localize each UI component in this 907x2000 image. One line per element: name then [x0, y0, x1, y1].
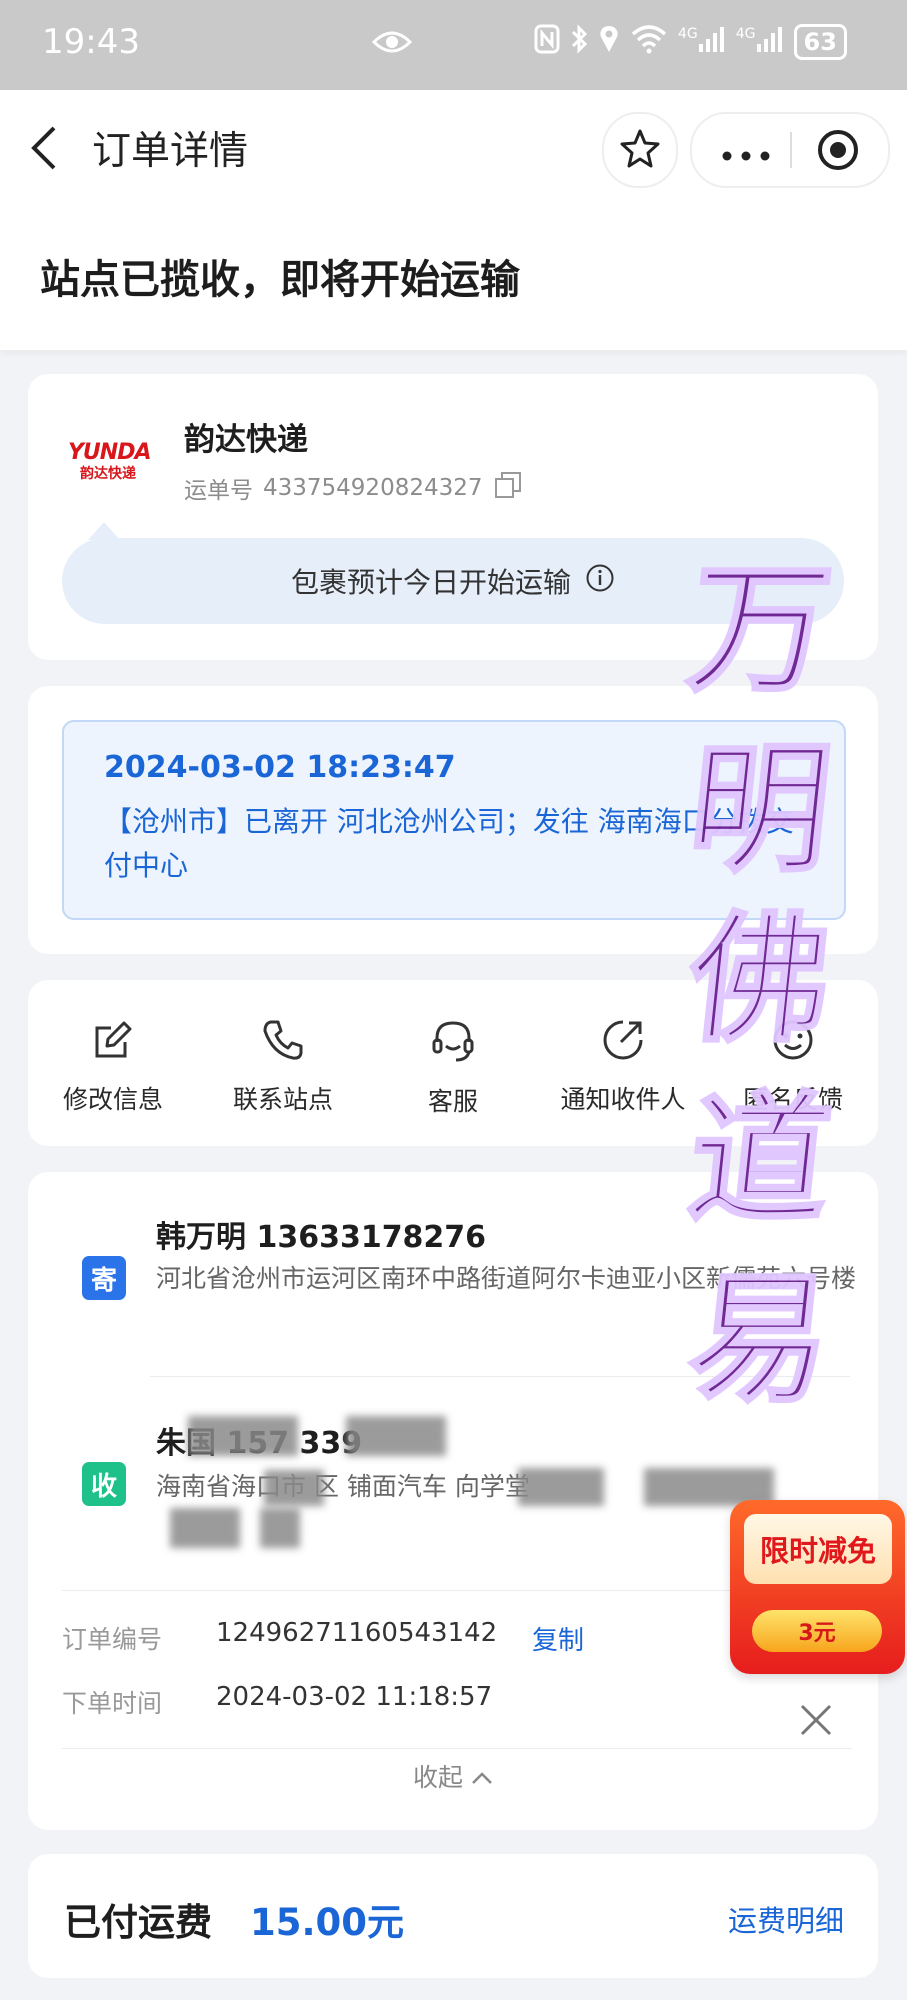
sender-tag: 寄	[82, 1256, 126, 1300]
privacy-blur	[346, 1416, 446, 1456]
watermark-char: 易	[680, 1257, 840, 1424]
share-icon	[601, 1018, 645, 1066]
shipment-status-heading: 站点已揽收，即将开始运输	[40, 257, 520, 303]
signal-icon: 4G	[678, 26, 726, 58]
privacy-blur	[260, 1508, 300, 1548]
headset-icon	[430, 1018, 476, 1068]
clock: 19:43	[42, 22, 140, 62]
collapse-label: 收起	[412, 1763, 463, 1792]
logo-text-cn: 韵达快递	[80, 466, 136, 482]
mini-program-capsule	[690, 112, 890, 188]
yunda-logo: YUNDA 韵达快递	[68, 440, 152, 483]
star-icon	[620, 128, 660, 172]
privacy-blur	[518, 1468, 604, 1506]
promo-amount: 3元	[752, 1610, 882, 1652]
modify-info-button[interactable]: 修改信息	[28, 980, 198, 1146]
back-arrow-icon[interactable]	[26, 124, 62, 176]
carrier-name: 韵达快递	[184, 422, 308, 458]
nfc-icon	[534, 24, 560, 60]
order-time: 2024-03-02 11:18:57	[216, 1682, 493, 1712]
signal-icon-2: 4G	[736, 26, 784, 58]
notify-recipient-label: 通知收件人	[560, 1085, 686, 1114]
logo-text-en: YUNDA	[68, 440, 152, 465]
paid-fee-amount: 15.00元	[250, 1901, 405, 1944]
system-icons: 4G 4G 63	[534, 24, 847, 60]
watermark-char: 明	[680, 727, 840, 894]
watermark-char: 道	[680, 1077, 840, 1244]
watermark-char: 万	[680, 547, 840, 714]
status-bar: 19:43 4G 4G 63	[0, 0, 907, 90]
privacy-blur	[188, 1416, 298, 1456]
order-number-label: 订单编号	[62, 1625, 163, 1654]
privacy-blur	[170, 1508, 240, 1548]
collapse-button[interactable]: 收起	[28, 1758, 878, 1794]
contact-station-label: 联系站点	[232, 1085, 333, 1114]
waybill-row: 运单号 433754920824327	[184, 470, 523, 506]
notify-recipient-button[interactable]: 通知收件人	[538, 980, 708, 1146]
wifi-icon	[630, 24, 668, 60]
fee-card: 已付运费 15.00元 运费明细	[28, 1854, 878, 1978]
copy-icon[interactable]	[493, 470, 523, 506]
customer-service-label: 客服	[427, 1087, 478, 1116]
edit-icon	[91, 1018, 135, 1066]
promo-title: 限时减免	[744, 1514, 892, 1584]
page-title: 订单详情	[92, 129, 249, 174]
waybill-label: 运单号	[184, 478, 253, 504]
more-icon[interactable]	[722, 146, 770, 165]
tracking-time: 2024-03-02 18:23:47	[104, 750, 456, 785]
promo-badge[interactable]: 限时减免 3元	[730, 1500, 905, 1674]
paid-fee-label: 已付运费	[64, 1901, 212, 1944]
order-time-label: 下单时间	[62, 1689, 163, 1718]
bluetooth-icon	[570, 24, 588, 60]
close-icon[interactable]	[796, 1700, 836, 1744]
waybill-number: 433754920824327	[263, 475, 483, 501]
chevron-up-icon	[471, 1762, 493, 1791]
close-target-icon[interactable]	[816, 128, 860, 176]
eye-icon	[371, 28, 413, 60]
favorite-button[interactable]	[602, 112, 678, 188]
copy-order-button[interactable]: 复制	[532, 1620, 584, 1657]
customer-service-button[interactable]: 客服	[368, 980, 538, 1146]
watermark-char: 佛	[680, 897, 840, 1064]
info-icon[interactable]	[585, 563, 615, 600]
modify-info-label: 修改信息	[62, 1085, 163, 1114]
sender-name-phone: 韩万明 13633178276	[156, 1220, 487, 1255]
transport-notice-text: 包裹预计今日开始运输	[290, 566, 571, 599]
fee-detail-link[interactable]: 运费明细	[728, 1898, 844, 1940]
phone-icon	[261, 1018, 305, 1066]
privacy-blur	[264, 1470, 324, 1506]
location-icon	[598, 24, 620, 60]
divider	[62, 1748, 852, 1749]
battery-indicator: 63	[793, 24, 847, 60]
contact-station-button[interactable]: 联系站点	[198, 980, 368, 1146]
order-number: 12496271160543142	[216, 1618, 498, 1648]
capsule-divider	[790, 132, 792, 168]
receiver-tag: 收	[82, 1462, 126, 1506]
